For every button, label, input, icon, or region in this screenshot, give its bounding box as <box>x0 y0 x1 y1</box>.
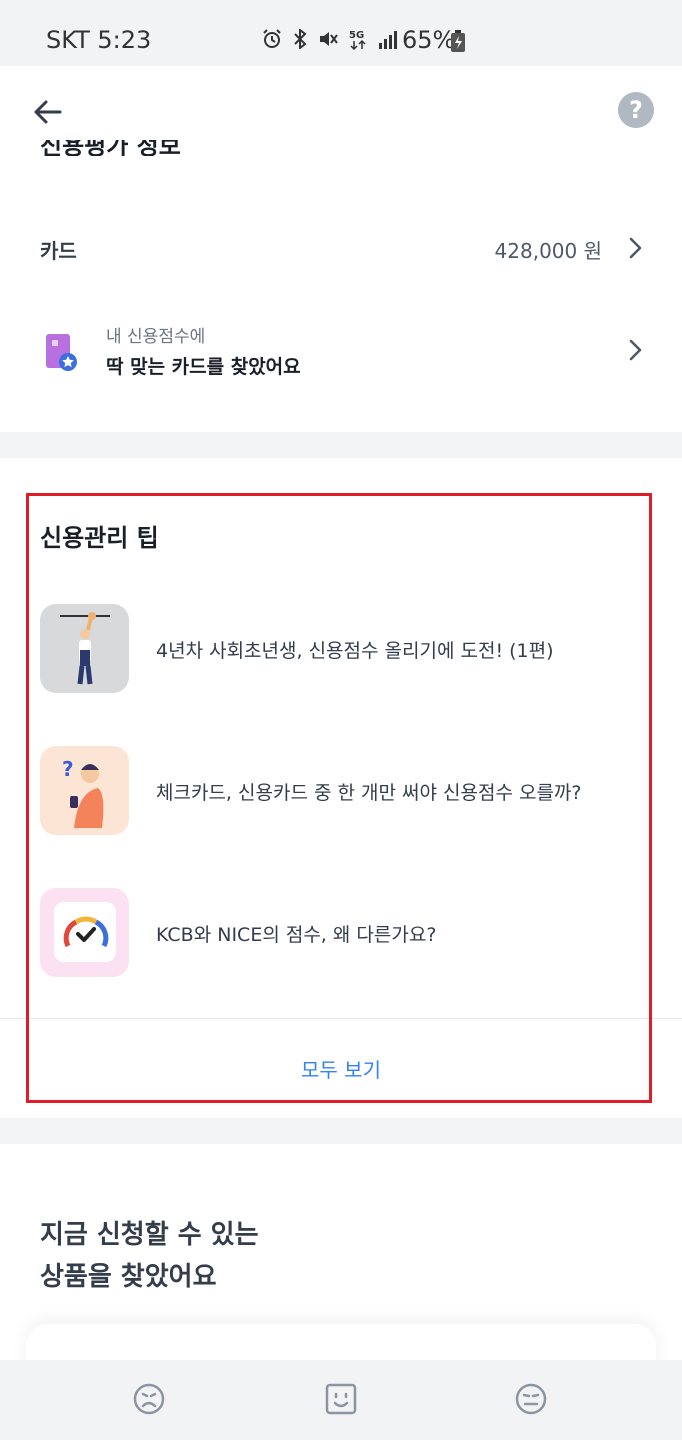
svg-text:?: ? <box>62 757 74 781</box>
promo-title: 딱 맞는 카드를 찾았어요 <box>106 356 301 378</box>
smile-face-icon[interactable] <box>324 1382 358 1416</box>
5g-icon: 5G <box>349 30 366 50</box>
chevron-right-icon <box>629 339 642 361</box>
tip-thumbnail <box>40 888 129 977</box>
tips-divider <box>0 1018 682 1019</box>
svg-text:5G: 5G <box>349 30 364 41</box>
status-carrier-time: SKT 5:23 <box>46 26 152 54</box>
tip-item[interactable]: ? 체크카드, 신용카드 중 한 개만 써야 신용점수 오를까? <box>40 746 650 836</box>
score-gauge-icon <box>54 902 116 962</box>
mute-icon <box>320 32 338 46</box>
card-amount: 428,000 원 <box>494 239 602 263</box>
sad-face-icon[interactable] <box>132 1382 166 1416</box>
alarm-icon <box>263 29 281 48</box>
chevron-right-icon <box>629 237 642 259</box>
tip-title: KCB와 NICE의 점수, 왜 다른가요? <box>156 924 437 946</box>
card-star-icon <box>46 334 77 371</box>
promo-subtitle: 내 신용점수에 <box>106 327 206 347</box>
card-usage-row[interactable]: 카드 428,000 원 <box>0 210 682 284</box>
credit-tips-section: 신용관리 팁 4년차 사회초년생, 신용점수 올리기에 도전! (1편) ? 체… <box>0 458 682 1118</box>
tip-title: 4년차 사회초년생, 신용점수 올리기에 도전! (1편) <box>156 640 554 662</box>
tips-title: 신용관리 팁 <box>40 524 159 552</box>
person-climbing-icon <box>60 612 110 685</box>
section-heading-cut: 신용평가 정보 <box>40 140 240 156</box>
card-label: 카드 <box>40 239 77 263</box>
back-arrow-icon[interactable] <box>30 94 66 130</box>
see-all-button[interactable]: 모두 보기 <box>0 1054 682 1083</box>
status-bar: SKT 5:23 5G 65% <box>0 0 682 66</box>
bottom-navigation <box>0 1360 682 1440</box>
bluetooth-icon <box>294 29 307 49</box>
tip-thumbnail: ? <box>40 746 129 835</box>
tip-title: 체크카드, 신용카드 중 한 개만 써야 신용점수 오를까? <box>156 782 582 804</box>
section-divider <box>0 432 682 458</box>
question-person-icon: ? <box>62 757 104 828</box>
battery-percent: 65% <box>402 26 456 54</box>
tip-thumbnail <box>40 604 129 693</box>
battery-icon <box>451 30 465 52</box>
section-divider <box>0 1118 682 1144</box>
section-heading-text: 신용평가 정보 <box>40 140 181 156</box>
help-button[interactable]: ? <box>618 92 654 128</box>
products-title-line2: 상품을 찾았어요 <box>40 1262 217 1292</box>
wink-face-icon[interactable] <box>514 1382 548 1416</box>
products-title-line1: 지금 신청할 수 있는 <box>40 1220 259 1250</box>
card-recommendation-banner[interactable]: 내 신용점수에 딱 맞는 카드를 찾았어요 <box>0 306 682 406</box>
products-title: 지금 신청할 수 있는 상품을 찾았어요 <box>40 1214 259 1298</box>
tip-item[interactable]: KCB와 NICE의 점수, 왜 다른가요? <box>40 888 650 978</box>
status-icons: 5G <box>262 28 398 50</box>
signal-icon <box>379 31 397 49</box>
tip-item[interactable]: 4년차 사회초년생, 신용점수 올리기에 도전! (1편) <box>40 604 650 694</box>
